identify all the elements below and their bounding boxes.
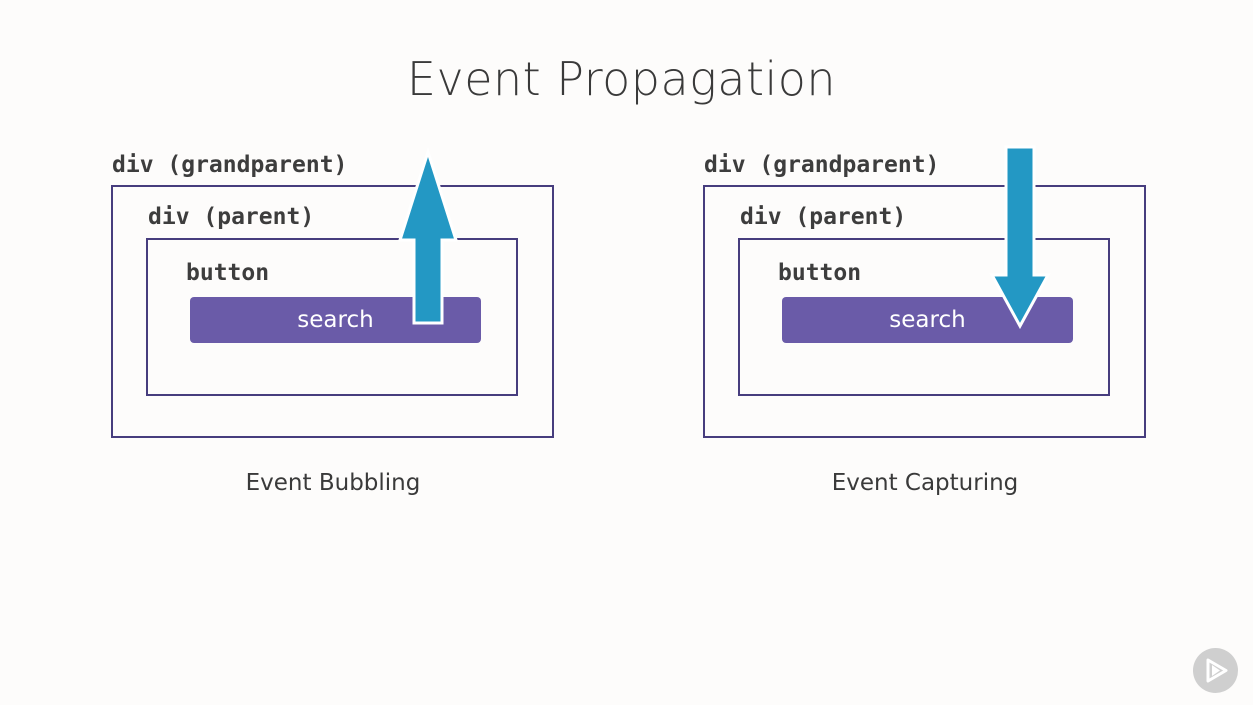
capturing-diagram: div (grandparent) div (parent) button se… <box>700 140 1160 520</box>
play-icon <box>1193 648 1238 693</box>
button-label: button <box>186 260 270 286</box>
caption: Event Capturing <box>831 470 1019 496</box>
parent-label: div (parent) <box>740 204 907 230</box>
grandparent-label: div (grandparent) <box>112 152 348 178</box>
bubbling-diagram: div (grandparent) div (parent) button se… <box>108 140 568 520</box>
grandparent-label: div (grandparent) <box>704 152 940 178</box>
page-title: Event Propagation <box>406 52 837 106</box>
button-label: button <box>778 260 862 286</box>
search-button: search <box>190 297 481 343</box>
search-button: search <box>782 297 1073 343</box>
caption: Event Bubbling <box>245 470 421 496</box>
parent-label: div (parent) <box>148 204 315 230</box>
